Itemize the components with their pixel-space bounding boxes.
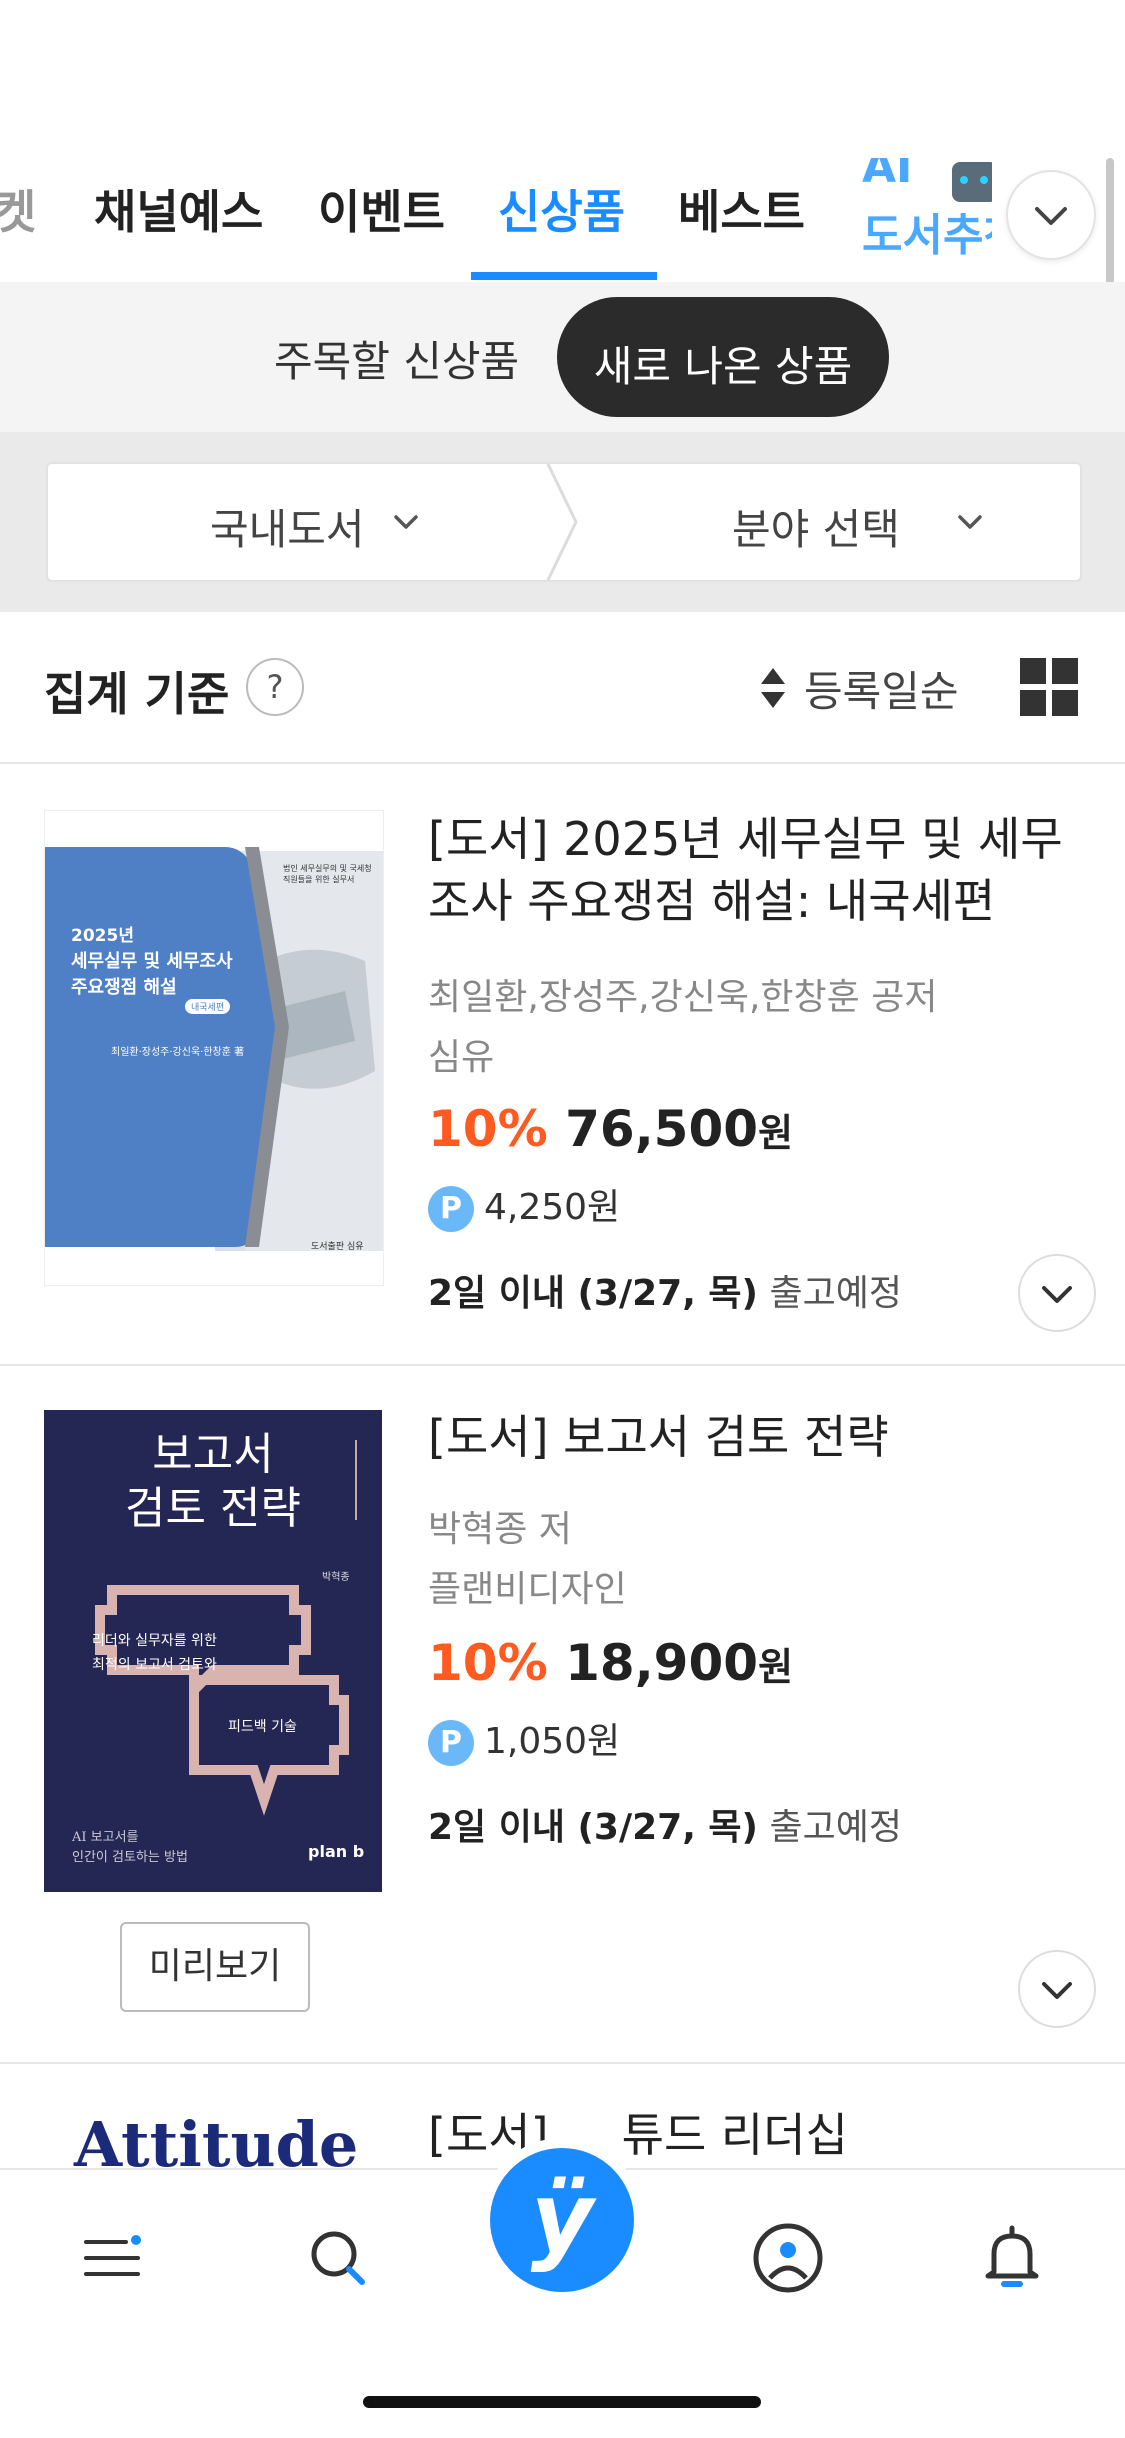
my-page-icon[interactable] — [748, 2218, 828, 2298]
home-indicator — [363, 2396, 761, 2408]
preview-button[interactable]: 미리보기 — [120, 1922, 310, 2012]
ai-tab-sublabel: 도서추천 — [862, 210, 992, 261]
point-value: 1,050원 — [484, 1721, 621, 1762]
category-select[interactable]: 국내도서 — [48, 464, 548, 580]
subtab-newly-released-label: 새로 나온 상품 — [593, 342, 853, 391]
book-cover[interactable]: Attitude — [44, 2104, 382, 2168]
breadcrumb-separator — [546, 464, 578, 580]
tab-new-products[interactable]: 신상품 — [498, 176, 625, 242]
field-select[interactable]: 분야 선택 — [582, 464, 1080, 580]
ai-tab-label: AI — [862, 158, 913, 193]
yes24-logo-icon: ÿ — [530, 2162, 594, 2274]
shipping-status: 출고예정 — [769, 1273, 902, 1314]
summary-title: 집계 기준 — [44, 667, 230, 721]
product-item[interactable]: 보고서 검토 전략 박혁종 리더와 실무자를 위한 최적의 보고서 검토와 피드… — [0, 1366, 1125, 2064]
summary-bar: 집계 기준 ? 등록일순 — [0, 612, 1125, 764]
cover-bottom1: AI 보고서를 — [72, 1830, 139, 1845]
tab-best[interactable]: 베스트 — [678, 176, 805, 242]
cover-year: 2025년 — [71, 926, 134, 946]
grid-view-icon[interactable] — [1020, 658, 1078, 716]
shipping-status: 출고예정 — [769, 1807, 902, 1848]
product-title[interactable]: [도서] 보고서 검토 전략 — [428, 1406, 1078, 1468]
cover-sub2: 최적의 보고서 검토와 — [92, 1657, 217, 1673]
product-item[interactable]: 법인 세무실무의 및 국세청 직원들을 위한 실무서 2025년 세무실무 및 … — [0, 764, 1125, 1366]
cover-title-line2: 검토 전략 — [125, 1483, 301, 1534]
price-currency: 원 — [758, 1645, 794, 1689]
product-author[interactable]: 최일환,장성주,강신욱,한창훈 공저 — [428, 968, 937, 1020]
product-publisher[interactable]: 플랜비디자인 — [428, 1560, 627, 1612]
menu-icon[interactable] — [72, 2218, 152, 2298]
expand-item-button[interactable] — [1018, 1254, 1096, 1332]
top-tab-bar: 켓 채널예스 이벤트 신상품 베스트 AI 도서추천 — [0, 150, 1125, 284]
product-author[interactable]: 박혁종 저 — [428, 1500, 572, 1552]
chevron-down-icon — [394, 515, 418, 529]
shipping-info: 2일 이내 (3/27, 목) 출고예정 — [428, 1798, 902, 1850]
cover-top-text: 법인 세무실무의 및 국세청 직원들을 위한 실무서 — [283, 864, 372, 884]
point-row: P 4,250원 — [428, 1178, 620, 1232]
expand-tabs-button[interactable] — [1006, 170, 1096, 260]
product-title-suffix: 튜드 리더십 — [621, 2108, 848, 2162]
cover-author: 박혁종 — [322, 1572, 350, 1583]
subtab-newly-released[interactable]: 새로 나온 상품 — [557, 297, 889, 417]
discount-rate: 10% — [428, 1634, 548, 1692]
price-value: 18,900 — [565, 1634, 759, 1692]
cover-line2: 주요쟁점 해설 — [71, 977, 177, 998]
tab-event[interactable]: 이벤트 — [318, 176, 445, 242]
product-publisher[interactable]: 심유 — [428, 1028, 494, 1080]
shipping-info: 2일 이내 (3/27, 목) 출고예정 — [428, 1264, 902, 1316]
robot-icon — [952, 162, 992, 202]
point-icon: P — [428, 1186, 474, 1232]
point-row: P 1,050원 — [428, 1712, 620, 1766]
cover-sub3: 피드백 기술 — [228, 1719, 297, 1735]
sort-icon[interactable] — [758, 666, 788, 710]
chevron-down-icon — [958, 515, 982, 529]
tab-ai-recommend[interactable]: AI 도서추천 — [862, 158, 992, 268]
expand-item-button[interactable] — [1018, 1950, 1096, 2028]
active-tab-indicator — [471, 272, 657, 280]
shipping-date: 2일 이내 (3/27, 목) — [428, 1807, 759, 1848]
book-cover[interactable]: 법인 세무실무의 및 국세청 직원들을 위한 실무서 2025년 세무실무 및 … — [44, 810, 384, 1286]
price-row: 10% 18,900원 — [428, 1634, 793, 1692]
notification-bell-icon[interactable] — [972, 2218, 1052, 2298]
cover-authors: 최일환·장성주·강신욱·한창훈 著 — [111, 1047, 245, 1058]
price-value: 76,500 — [565, 1100, 759, 1158]
home-button[interactable]: ÿ — [480, 2138, 644, 2302]
cover-line1: 세무실무 및 세무조사 — [71, 951, 233, 972]
cover-badge: 내국세편 — [185, 999, 231, 1014]
search-icon[interactable] — [298, 2218, 378, 2298]
publisher-logo: plan b — [308, 1842, 365, 1861]
category-select-label: 국내도서 — [210, 505, 365, 554]
cover-title: Attitude — [74, 2108, 359, 2168]
chevron-down-icon — [1042, 1286, 1072, 1303]
help-button[interactable]: ? — [246, 658, 304, 716]
product-title[interactable]: [도서] 2025년 세무실무 및 세무조사 주요쟁점 해설: 내국세편 — [428, 808, 1078, 932]
cover-sub1: 리더와 실무자를 위한 — [92, 1633, 217, 1649]
price-row: 10% 76,500원 — [428, 1100, 793, 1158]
discount-rate: 10% — [428, 1100, 548, 1158]
cover-bottom2: 인간이 검토하는 방법 — [72, 1850, 188, 1865]
cover-publisher: 도서출판 심유 — [311, 1242, 364, 1252]
chevron-down-icon — [1042, 1982, 1072, 1999]
sub-tab-bar: 주목할 신상품 새로 나온 상품 — [0, 282, 1125, 432]
point-icon: P — [428, 1720, 474, 1766]
price-currency: 원 — [758, 1111, 794, 1155]
cover-title-line1: 보고서 — [152, 1429, 274, 1480]
filter-box: 국내도서 분야 선택 — [46, 462, 1082, 582]
filter-section: 국내도서 분야 선택 — [0, 432, 1125, 612]
subtab-featured-new[interactable]: 주목할 신상품 — [274, 328, 519, 389]
point-value: 4,250원 — [484, 1187, 621, 1228]
tab-channel-yes[interactable]: 채널예스 — [94, 176, 263, 242]
chevron-down-icon — [1035, 207, 1067, 225]
shipping-date: 2일 이내 (3/27, 목) — [428, 1273, 759, 1314]
book-cover[interactable]: 보고서 검토 전략 박혁종 리더와 실무자를 위한 최적의 보고서 검토와 피드… — [44, 1410, 382, 1892]
field-select-label: 분야 선택 — [732, 505, 900, 554]
sort-select[interactable]: 등록일순 — [804, 658, 959, 719]
tab-market[interactable]: 켓 — [0, 176, 36, 242]
